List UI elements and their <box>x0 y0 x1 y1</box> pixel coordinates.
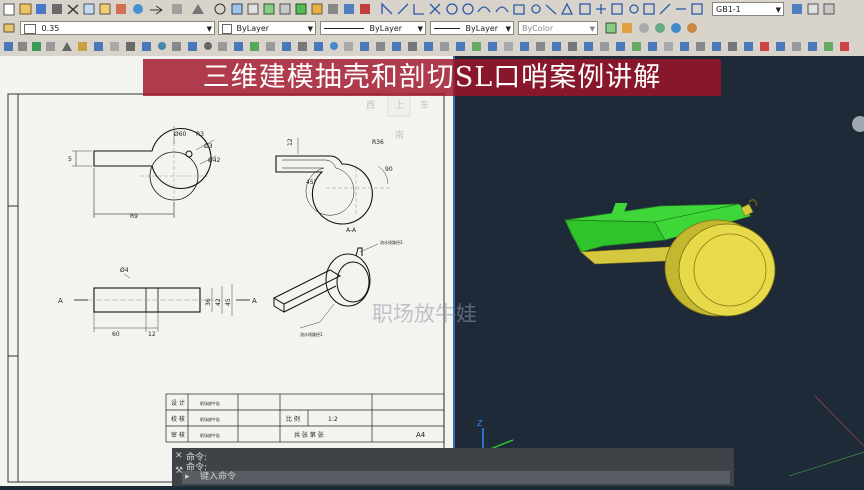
color-swatch-icon <box>24 23 36 34</box>
view-toolbar-icons[interactable] <box>604 19 864 38</box>
tb-review-name: 职场放牛娃 <box>200 432 220 438</box>
linetype-dropdown[interactable]: ByLayer ▼ <box>320 21 426 35</box>
callout-bottom: 流水线路径3 <box>300 331 323 337</box>
tb-paper-size: A4 <box>416 431 426 439</box>
drawing-border <box>7 93 445 483</box>
chevron-down-icon: ▼ <box>206 25 212 33</box>
style-dropdown-value: GB1-1 <box>716 5 741 14</box>
close-icon[interactable]: ✕ <box>175 451 183 461</box>
dim-60: 60 <box>112 331 120 338</box>
toolbar-icons-group-1[interactable] <box>3 3 370 16</box>
whistle-front-face <box>693 233 767 307</box>
chevron-down-icon: ▼ <box>307 25 313 33</box>
viewcube-left: 西 <box>366 100 375 111</box>
dim-dia60: Ø60 <box>174 131 187 138</box>
dim-dia4: Ø4 <box>120 267 129 274</box>
command-placeholder: 键入命令 <box>200 472 237 482</box>
grid-axis-green <box>788 451 864 477</box>
dim-36: 36 <box>205 298 212 306</box>
section-marker-left: A <box>58 297 63 305</box>
layer-dropdown[interactable]: ByLayer ▼ <box>218 21 316 35</box>
chevron-down-icon: ▼ <box>505 25 511 33</box>
tb-check-name: 职场放牛娃 <box>200 416 220 422</box>
viewcube-top: 上 <box>395 100 404 111</box>
chevron-down-icon: ▼ <box>417 25 423 33</box>
tb-review-label: 审 核 <box>171 431 185 439</box>
linetype-value: ByLayer <box>369 24 403 33</box>
tb-scale-label: 比 例 <box>286 415 300 423</box>
tb-scale-value: 1:2 <box>328 416 338 423</box>
divider <box>215 19 217 38</box>
top-view <box>72 126 217 218</box>
tb-design-name: 职场放牛娃 <box>200 400 220 406</box>
toolbar-icons-group-2[interactable] <box>381 2 703 15</box>
command-input[interactable]: ▸ 键入命令 <box>182 471 730 484</box>
layer-icon[interactable] <box>0 19 20 38</box>
lineweight-value: 0.35 <box>41 24 60 33</box>
lineweight2-value: ByLayer <box>465 24 499 33</box>
dim-dia42: Ø42 <box>208 157 221 164</box>
modeling-toolbar <box>0 38 864 57</box>
tb-design-label: 设 计 <box>171 399 185 407</box>
layout-drawing-viewport[interactable]: 上 西 东 南 R9 5 Ø60 R3 Ø3 Ø42 12 R36 45° 90… <box>0 56 453 486</box>
navigation-compass-icon[interactable] <box>852 116 864 132</box>
command-line-panel[interactable]: ✕ ⚒ 命令: 命令: ▸ 键入命令 <box>172 448 734 486</box>
command-prompt-icon: ▸ <box>185 472 190 482</box>
section-label: A-A <box>346 227 357 234</box>
video-title-banner: 三维建模抽壳和剖切SL口哨案例讲解 <box>143 59 721 96</box>
isometric-view <box>272 243 379 329</box>
grid-axis-red <box>814 395 864 447</box>
layer-value: ByLayer <box>236 24 270 33</box>
front-view <box>74 273 250 332</box>
viewcube-front: 南 <box>395 129 404 141</box>
linetype-sample <box>324 28 364 29</box>
plot-style-value: ByColor <box>522 24 554 33</box>
viewcube[interactable]: 上 西 东 南 <box>366 93 429 141</box>
chevron-down-icon: ▼ <box>589 25 595 33</box>
dim-5: 5 <box>68 156 72 163</box>
tb-check-label: 校 核 <box>171 415 185 423</box>
chevron-down-icon: ▼ <box>775 6 781 14</box>
properties-toolbar: 0.35 ▼ ByLayer ▼ ByLayer ▼ ByLayer ▼ ByC… <box>0 19 864 39</box>
lineweight2-dropdown[interactable]: ByLayer ▼ <box>430 21 514 35</box>
dim-12-vertical: 12 <box>287 138 294 146</box>
viewcube-right: 东 <box>420 99 429 111</box>
style-dropdown[interactable]: GB1-1 ▼ <box>712 2 784 16</box>
tb-sheets: 共 张 第 张 <box>294 431 324 439</box>
section-view <box>275 138 392 225</box>
svg-text:Z: Z <box>477 419 483 428</box>
color-swatch-icon <box>222 23 232 34</box>
dim-12: 12 <box>148 331 156 338</box>
standard-toolbar: GB1-1 ▼ <box>0 0 864 20</box>
engineering-drawing: 上 西 东 南 R9 5 Ø60 R3 Ø3 Ø42 12 R36 45° 90… <box>7 93 445 483</box>
dim-45deg: 90 <box>385 166 393 173</box>
dim-42: 42 <box>215 298 222 306</box>
watermark: 职场放牛娃 <box>372 302 477 326</box>
dim-r3: R3 <box>196 131 204 138</box>
dim-dia3: Ø3 <box>204 143 213 150</box>
modeling-toolbar-icons[interactable] <box>0 38 864 56</box>
lineweight-sample <box>434 28 460 29</box>
plot-style-dropdown[interactable]: ByColor ▼ <box>518 21 598 35</box>
section-marker-right: A <box>252 297 257 305</box>
dim-45: 45 <box>225 298 232 306</box>
dim-r36: R36 <box>372 139 384 146</box>
dim-r9: 45° <box>306 179 317 186</box>
callout-top: 流水线路径3 <box>380 239 403 245</box>
model-3d-viewport[interactable]: Z <box>455 56 864 486</box>
whistle-3d-model: Z <box>468 116 864 477</box>
style-toolbar-icons[interactable] <box>790 0 864 19</box>
dim-90: R9 <box>130 213 138 220</box>
lineweight-dropdown[interactable]: 0.35 ▼ <box>20 21 215 35</box>
